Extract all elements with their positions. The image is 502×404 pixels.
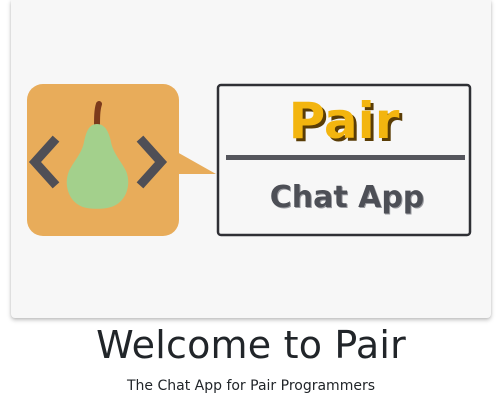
logo-divider [226, 155, 465, 160]
pear-stem-icon [94, 101, 102, 130]
hero-banner: Pair Pair Chat App Chat App [11, 0, 491, 318]
pair-logo: Pair Pair Chat App Chat App [27, 83, 472, 237]
page-subtitle: The Chat App for Pair Programmers [126, 378, 375, 394]
speech-bubble-tail [177, 152, 216, 174]
logo-tagline: Chat App [270, 180, 425, 215]
logo-name: Pair [289, 92, 400, 150]
page-title: Welcome to Pair [96, 323, 406, 367]
